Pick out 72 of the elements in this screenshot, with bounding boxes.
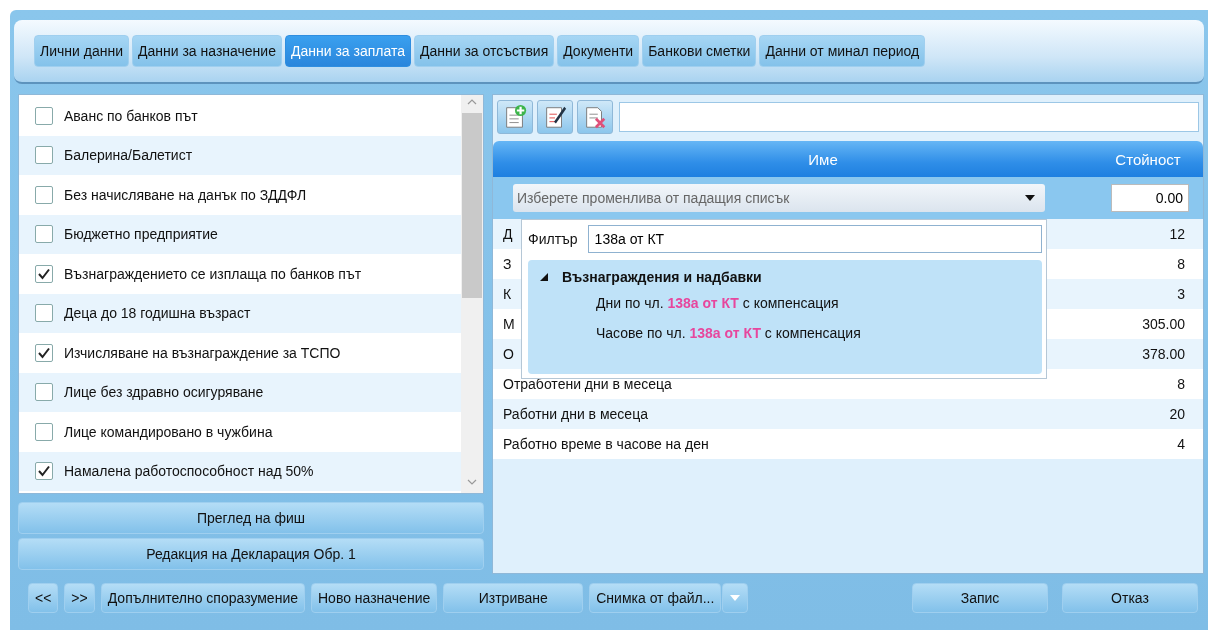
- table-cell: З: [503, 256, 512, 272]
- checkbox[interactable]: [35, 106, 53, 125]
- edit-document-icon[interactable]: [537, 100, 573, 134]
- caret-icon: [730, 595, 741, 601]
- scrollbar-thumb[interactable]: [462, 113, 482, 298]
- checkbox-label: Без начисляване на данък по ЗДДФЛ: [64, 186, 307, 203]
- table-cell: Д: [503, 226, 513, 242]
- checkbox-label: Изчисляване на възнаграждение за ТСПО: [64, 344, 341, 361]
- checkbox[interactable]: [35, 383, 53, 402]
- scrollbar[interactable]: [461, 95, 483, 493]
- table-cell: Отработени дни в месеца: [503, 376, 672, 392]
- delete-document-icon[interactable]: [577, 100, 613, 134]
- table-cell: Работно време в часове на ден: [503, 436, 709, 452]
- tab[interactable]: Данни от минал период: [759, 35, 926, 67]
- checkbox-label: Аванс по банков път: [64, 107, 198, 124]
- tab[interactable]: Лични данни: [34, 35, 129, 67]
- table-cell: 305.00: [1142, 316, 1185, 332]
- table-cell: Работни дни в месеца: [503, 406, 648, 422]
- checkbox[interactable]: [35, 225, 53, 244]
- footer-button[interactable]: <<: [28, 583, 59, 613]
- table-cell: 3: [1177, 286, 1185, 302]
- tab[interactable]: Банкови сметки: [642, 35, 757, 67]
- caret-icon: [1025, 195, 1035, 201]
- table-cell: 8: [1177, 256, 1185, 272]
- tab[interactable]: Документи: [557, 35, 640, 67]
- tab[interactable]: Данни за отсъствия: [413, 35, 555, 67]
- variable-dropdown[interactable]: Изберете променлива от падащия списък: [513, 184, 1045, 212]
- dropdown-button[interactable]: [722, 583, 749, 613]
- checkbox-label: Намалена работоспособност над 50%: [64, 463, 314, 480]
- checkbox-label: Бюджетно предприятие: [64, 226, 218, 243]
- scroll-down-icon[interactable]: [467, 479, 477, 485]
- footer-button[interactable]: Допълнително споразумение: [100, 583, 305, 613]
- expand-icon[interactable]: [540, 273, 548, 281]
- checkbox[interactable]: [35, 185, 53, 204]
- footer-button[interactable]: Отказ: [1062, 583, 1198, 613]
- checkbox-label: Лице командировано в чужбина: [64, 423, 273, 440]
- footer-button[interactable]: Запис: [912, 583, 1048, 613]
- table-cell: 4: [1177, 436, 1185, 452]
- checkbox[interactable]: [35, 146, 53, 165]
- side-button[interactable]: Редакция на Декларация Обр. 1: [18, 538, 484, 570]
- table-cell: К: [503, 286, 512, 302]
- table-cell: 378.00: [1142, 346, 1185, 362]
- checkbox-label: Балерина/Балетист: [64, 147, 193, 164]
- table-cell: 12: [1169, 226, 1185, 242]
- table-cell: О: [503, 346, 514, 362]
- tree-item[interactable]: Дни по чл. 138а от КТ с компенсация: [540, 288, 1042, 318]
- checkbox-label: Деца до 18 годишна възраст: [64, 305, 251, 322]
- table-cell: 20: [1169, 406, 1185, 422]
- value-field[interactable]: 0.00: [1111, 184, 1189, 212]
- checkbox[interactable]: [35, 264, 53, 283]
- tree-item[interactable]: Часове по чл. 138а от КТ с компенсация: [540, 318, 1042, 348]
- table-cell: М: [503, 316, 515, 332]
- column-header: Име: [807, 150, 839, 168]
- checkbox-label: Възнаграждението се изплаща по банков път: [64, 265, 362, 282]
- footer-button[interactable]: Снимка от файл...: [589, 583, 722, 613]
- search-field[interactable]: [619, 102, 1199, 132]
- scroll-up-icon[interactable]: [467, 99, 477, 105]
- side-button[interactable]: Преглед на фиш: [18, 502, 484, 534]
- checkbox[interactable]: [35, 343, 53, 362]
- column-header: Стойност: [1114, 150, 1182, 168]
- table-cell: 8: [1177, 376, 1185, 392]
- checkbox[interactable]: [35, 422, 53, 441]
- checkbox-label: Лице без здравно осигуряване: [64, 384, 264, 401]
- footer-button[interactable]: >>: [64, 583, 95, 613]
- footer-button[interactable]: Изтриване: [443, 583, 584, 613]
- checkbox[interactable]: [35, 462, 53, 481]
- checkbox[interactable]: [35, 304, 53, 323]
- footer-button[interactable]: Ново назначение: [311, 583, 438, 613]
- filter-label: Филтър: [528, 231, 578, 247]
- tab[interactable]: Данни за назначение: [132, 35, 282, 67]
- filter-field[interactable]: 138а от КТ: [587, 225, 1042, 253]
- tree-group[interactable]: Възнаграждения и надбавки: [562, 269, 762, 285]
